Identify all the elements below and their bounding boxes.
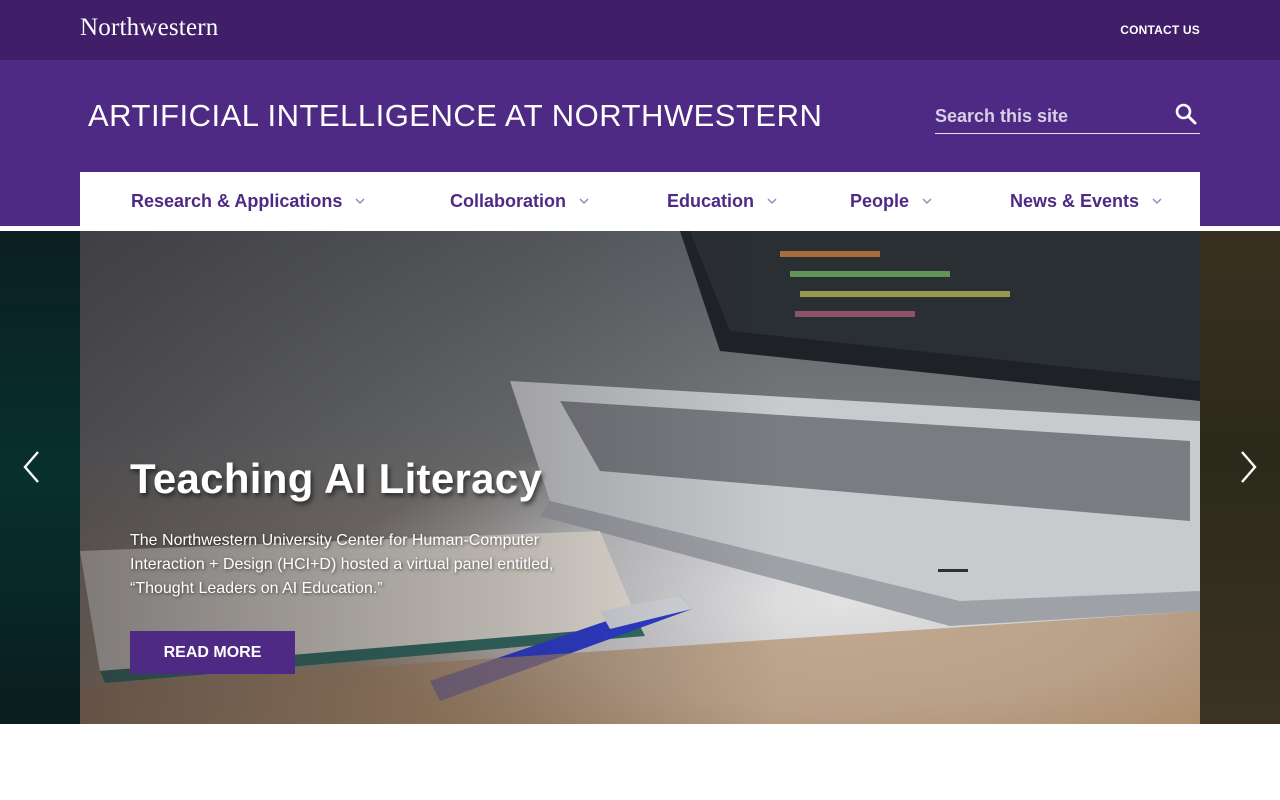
nav-item-label: Collaboration [450, 190, 566, 211]
nav-item-label: Education [667, 190, 755, 211]
nav-item-news-events[interactable]: News & Events [1010, 189, 1163, 213]
nav-item-people[interactable]: People [850, 189, 933, 213]
nav-item-research-applications[interactable]: Research & Applications [131, 189, 366, 213]
northwestern-logo[interactable]: Northwestern [80, 14, 218, 42]
slide-description: The Northwestern University Center for H… [130, 532, 554, 597]
top-bar: Northwestern CONTACT US [0, 0, 1280, 60]
chevron-down-icon [767, 198, 777, 205]
contact-us-link[interactable]: CONTACT US [1120, 23, 1200, 37]
search-input[interactable] [935, 104, 1165, 128]
site-title[interactable]: ARTIFICIAL INTELLIGENCE AT NORTHWESTERN [88, 98, 822, 134]
chevron-left-icon[interactable] [18, 449, 48, 485]
hero-carousel: Teaching AI Literacy The Northwestern Un… [0, 231, 1280, 724]
main-nav: Research & Applications Collaboration Ed… [80, 172, 1200, 231]
chevron-down-icon [355, 198, 365, 205]
nav-item-label: Research & Applications [131, 190, 343, 211]
chevron-down-icon [922, 198, 932, 205]
chevron-right-icon[interactable] [1232, 449, 1262, 485]
nav-item-label: People [850, 190, 910, 211]
chevron-down-icon [579, 198, 589, 205]
search-form [935, 98, 1200, 134]
chevron-down-icon [1152, 198, 1162, 205]
slide-title: Teaching AI Literacy [130, 455, 543, 502]
nav-item-collaboration[interactable]: Collaboration [450, 189, 590, 213]
read-more-button[interactable]: READ MORE [130, 631, 295, 674]
nav-item-education[interactable]: Education [667, 189, 778, 213]
nav-item-label: News & Events [1010, 190, 1140, 211]
search-icon[interactable] [1174, 102, 1198, 126]
